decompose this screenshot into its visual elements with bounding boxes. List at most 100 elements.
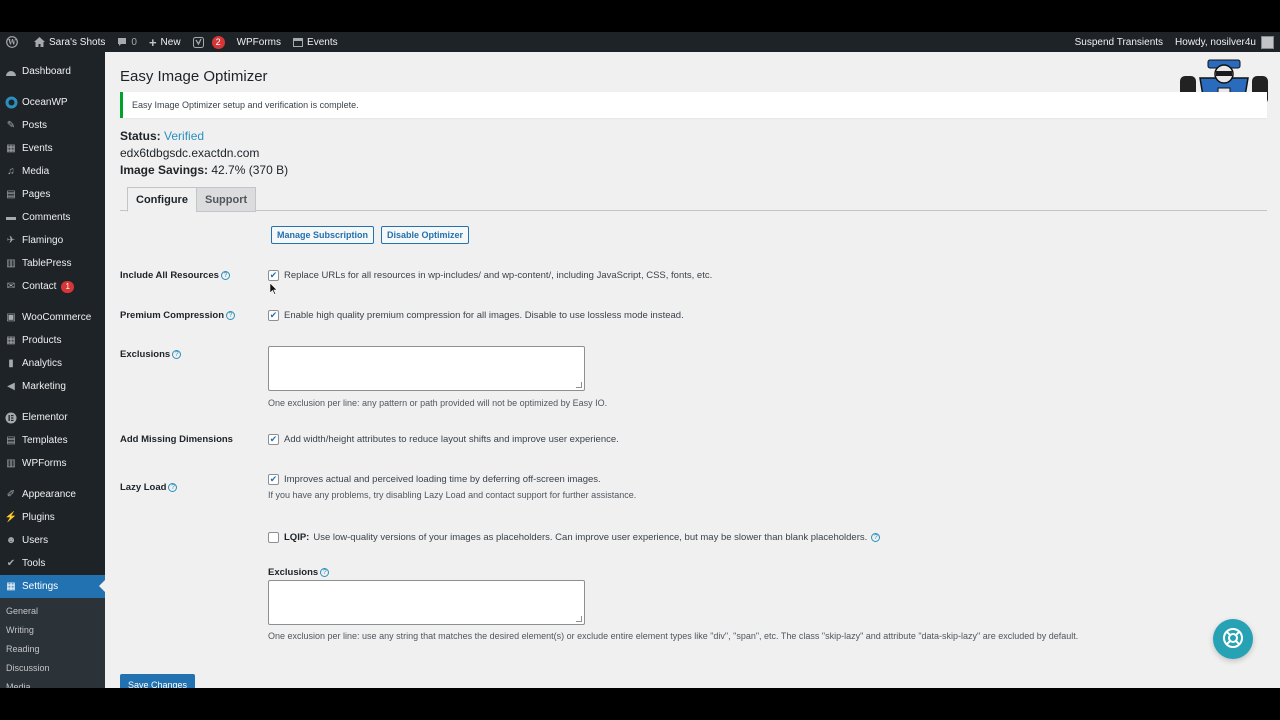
sidebar-item-users[interactable]: ☻ Users	[0, 529, 105, 552]
include-all-resources-label: Include All Resources ?	[120, 270, 230, 281]
table-icon: ▥	[6, 258, 16, 269]
add-missing-dimensions-option: ✔ Add width/height attributes to reduce …	[268, 434, 619, 445]
disable-optimizer-button[interactable]: Disable Optimizer	[381, 226, 470, 244]
site-name: Sara's Shots	[49, 36, 106, 48]
lqip-checkbox[interactable]	[268, 532, 279, 543]
templates-icon: ▤	[6, 435, 16, 446]
comments-menu[interactable]: 0	[111, 32, 143, 52]
sidebar-item-label: Appearance	[22, 489, 76, 500]
sidebar-item-posts[interactable]: ✎ Posts	[0, 114, 105, 137]
sidebar-item-label: OceanWP	[22, 97, 68, 108]
events-menu[interactable]: Events	[287, 32, 344, 52]
sidebar-item-analytics[interactable]: ▮ Analytics	[0, 352, 105, 375]
save-changes-button[interactable]: Save Changes	[120, 674, 196, 688]
oceanwp-icon	[4, 96, 18, 110]
lazy-exclusions-description: One exclusion per line: use any string t…	[268, 631, 1079, 641]
label-text: Exclusions	[268, 567, 319, 578]
home-icon	[34, 37, 45, 47]
help-icon[interactable]: ?	[168, 483, 178, 492]
yoast-badge: 2	[211, 35, 225, 49]
manage-subscription-button[interactable]: Manage Subscription	[271, 226, 375, 244]
help-icon[interactable]: ?	[172, 350, 182, 359]
sidebar-item-events[interactable]: ▦ Events	[0, 137, 105, 160]
submenu-item-writing[interactable]: Writing	[0, 621, 105, 640]
help-icon[interactable]: ?	[226, 311, 235, 320]
sidebar-item-tools[interactable]: ✔ Tools	[0, 552, 105, 575]
exclusions-textarea[interactable]	[268, 346, 585, 391]
admin-bar: W Sara's Shots 0 + New 2 WPForms Events …	[0, 32, 1280, 52]
mouse-cursor-icon	[269, 282, 278, 298]
sidebar-item-label: Events	[22, 143, 53, 154]
sidebar-item-media[interactable]: ♫ Media	[0, 160, 105, 183]
help-icon[interactable]: ?	[220, 271, 230, 280]
submenu-item-media[interactable]: Media	[0, 678, 105, 688]
suspend-transients-link[interactable]: Suspend Transients	[1069, 32, 1169, 52]
lazy-load-checkbox[interactable]: ✔	[268, 474, 279, 485]
sidebar-item-label: Flamingo	[22, 235, 64, 246]
premium-compression-checkbox[interactable]: ✔	[268, 310, 279, 321]
sidebar-item-label: Marketing	[22, 381, 66, 392]
include-all-resources-checkbox[interactable]: ✔	[268, 270, 279, 281]
status-line: Status: Verified	[120, 129, 204, 143]
submenu-item-discussion[interactable]: Discussion	[0, 659, 105, 678]
sidebar-item-label: Products	[22, 335, 62, 346]
savings-label: Image Savings:	[120, 163, 209, 177]
wpforms-menu[interactable]: WPForms	[231, 32, 287, 52]
sidebar-item-appearance[interactable]: ✐ Appearance	[0, 483, 105, 506]
events-label: Events	[307, 36, 338, 48]
sidebar-item-contact[interactable]: ✉ Contact 1	[0, 275, 105, 298]
help-icon[interactable]: ?	[871, 533, 881, 542]
label-text: Exclusions	[120, 349, 171, 360]
new-content-menu[interactable]: + New	[143, 32, 187, 52]
label-text: Add Missing Dimensions	[120, 434, 233, 445]
sidebar-item-marketing[interactable]: ◀ Marketing	[0, 375, 105, 398]
lazy-exclusions-label: Exclusions ?	[268, 567, 330, 578]
sidebar-item-dashboard[interactable]: Dashboard	[0, 60, 105, 83]
sidebar-item-wpforms[interactable]: ▥ WPForms	[0, 452, 105, 475]
sidebar-item-elementor[interactable]: Elementor	[0, 406, 105, 429]
add-missing-dimensions-label: Add Missing Dimensions	[120, 434, 233, 445]
sidebar-item-pages[interactable]: ▤ Pages	[0, 183, 105, 206]
calendar-icon	[293, 37, 304, 47]
sidebar-item-settings[interactable]: ▦ Settings	[0, 575, 105, 598]
lazy-load-option: ✔ Improves actual and perceived loading …	[268, 474, 601, 485]
sidebar-item-oceanwp[interactable]: OceanWP	[0, 91, 105, 114]
image-savings-line: Image Savings: 42.7% (370 B)	[120, 163, 288, 177]
submenu-item-general[interactable]: General	[0, 602, 105, 621]
wordpress-logo-menu[interactable]: W	[0, 32, 28, 52]
option-text: Add width/height attributes to reduce la…	[284, 434, 619, 445]
option-text: Use low-quality versions of your images …	[313, 532, 868, 543]
lazy-exclusions-textarea[interactable]	[268, 580, 585, 625]
help-beacon-button[interactable]	[1213, 619, 1253, 659]
account-menu[interactable]: Howdy, nosilver4u	[1169, 32, 1280, 52]
yoast-menu[interactable]: 2	[187, 32, 231, 52]
sidebar-item-label: Media	[22, 166, 50, 177]
sidebar-item-flamingo[interactable]: ✈ Flamingo	[0, 229, 105, 252]
page-title: Easy Image Optimizer	[120, 68, 268, 85]
tab-configure[interactable]: Configure	[127, 187, 197, 212]
main-content: Easy Image Optimizer Easy Image Optimize…	[105, 52, 1280, 688]
sidebar-item-label: Templates	[22, 435, 68, 446]
sidebar-item-products[interactable]: ▦ Products	[0, 329, 105, 352]
exclusions-label: Exclusions ?	[120, 349, 182, 360]
label-text: Lazy Load	[120, 482, 167, 493]
sidebar-item-woocommerce[interactable]: ▣ WooCommerce	[0, 306, 105, 329]
tab-support[interactable]: Support	[196, 187, 257, 212]
sidebar-item-label: TablePress	[22, 258, 72, 269]
sidebar-item-plugins[interactable]: ⚡ Plugins	[0, 506, 105, 529]
add-missing-dimensions-checkbox[interactable]: ✔	[268, 434, 279, 445]
submenu-item-reading[interactable]: Reading	[0, 640, 105, 659]
status-value: Verified	[164, 129, 205, 143]
svg-text:W: W	[7, 38, 16, 47]
sidebar-item-templates[interactable]: ▤ Templates	[0, 429, 105, 452]
settings-submenu: General Writing Reading Discussion Media	[0, 598, 105, 688]
sidebar-item-tablepress[interactable]: ▥ TablePress	[0, 252, 105, 275]
help-icon[interactable]: ?	[320, 568, 330, 577]
media-icon: ♫	[7, 166, 15, 177]
site-name-menu[interactable]: Sara's Shots	[28, 32, 111, 52]
lqip-label: LQIP:	[284, 532, 310, 543]
calendar-icon: ▦	[6, 143, 16, 154]
sidebar-item-comments[interactable]: ▬ Comments	[0, 206, 105, 229]
sidebar-item-label: Settings	[22, 581, 59, 592]
yoast-icon	[192, 36, 204, 48]
